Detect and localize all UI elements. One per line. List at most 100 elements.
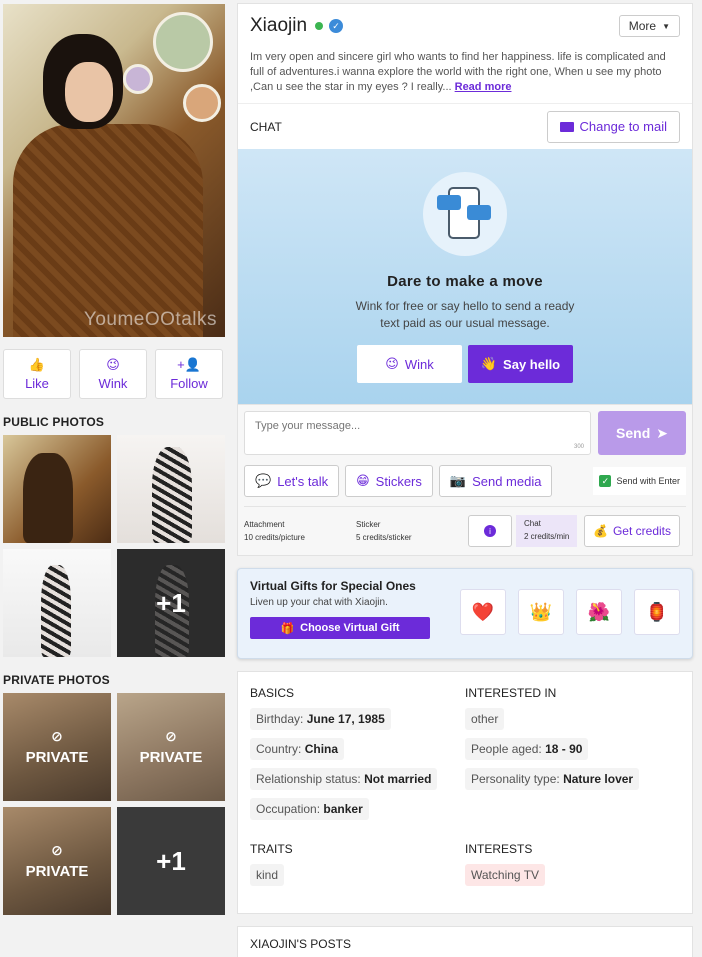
- say-hello-button[interactable]: 👋 Say hello: [468, 345, 573, 383]
- intro-title: Dare to make a move: [387, 273, 543, 290]
- wink-emoji-icon: 😉: [385, 356, 399, 371]
- birthday-chip: Birthday: June 17, 1985: [250, 708, 391, 730]
- send-with-enter-checkbox[interactable]: ✓ Send with Enter: [593, 467, 686, 495]
- sticker-cost-value: 5 credits/sticker: [356, 533, 412, 542]
- chat-header: CHAT Change to mail: [238, 103, 692, 149]
- private-photo[interactable]: ⊘ PRIVATE: [3, 807, 111, 915]
- public-photo[interactable]: [3, 435, 111, 543]
- follow-button[interactable]: +👤 Follow: [155, 349, 223, 399]
- personality-chip: Personality type: Nature lover: [465, 768, 640, 790]
- gift-heart-icon[interactable]: ❤️: [460, 589, 506, 635]
- wink-button[interactable]: 😉 Wink: [79, 349, 147, 399]
- photo-figure: [152, 447, 192, 543]
- more-private-count: +1: [117, 807, 225, 915]
- stickers-label: Stickers: [375, 473, 422, 489]
- public-photo[interactable]: [117, 435, 225, 543]
- private-overlay: ⊘ PRIVATE: [3, 693, 111, 801]
- change-to-mail-button[interactable]: Change to mail: [546, 110, 680, 143]
- say-hello-label: Say hello: [503, 356, 561, 372]
- info-button[interactable]: i: [468, 515, 512, 547]
- add-person-icon: +👤: [177, 357, 201, 372]
- more-photos-count: +1: [117, 549, 225, 657]
- get-credits-label: Get credits: [612, 524, 671, 538]
- attachment-cost-value: 10 credits/picture: [244, 533, 305, 542]
- private-overlay: ⊘ PRIVATE: [3, 807, 111, 915]
- details-bottom: TRAITS kind INTERESTS Watching TV: [250, 842, 680, 894]
- profile-card: Xiaojin ✓ More ▼ Im very open and sincer…: [237, 3, 693, 556]
- age-value: 18 - 90: [545, 742, 583, 756]
- sticker-label: Sticker: [356, 520, 381, 529]
- sticker-icon: 😁: [356, 473, 370, 488]
- interest-chip: Watching TV: [465, 864, 546, 886]
- public-photo[interactable]: [3, 549, 111, 657]
- eye-slash-icon: ⊘: [165, 728, 177, 744]
- profile-actions: 👍 Like 😉 Wink +👤 Follow: [3, 349, 225, 399]
- read-more-link[interactable]: Read more: [455, 81, 512, 93]
- verified-badge-icon: ✓: [329, 19, 344, 33]
- gift-flower-icon[interactable]: 🌺: [576, 589, 622, 635]
- follow-label: Follow: [170, 376, 208, 391]
- get-credits-button[interactable]: 💰 Get credits: [584, 515, 680, 547]
- send-media-button[interactable]: 📷 Send media: [438, 465, 553, 497]
- bio: Im very open and sincere girl who wants …: [250, 40, 680, 103]
- main-profile-photo[interactable]: YoumeOOtalks: [3, 4, 225, 337]
- wink-button[interactable]: 😉 Wink: [357, 345, 462, 383]
- like-button[interactable]: 👍 Like: [3, 349, 71, 399]
- profile-header: Xiaojin ✓ More ▼ Im very open and sincer…: [238, 4, 692, 103]
- gift-items: ❤️ 👑 🌺 🏮: [460, 589, 680, 635]
- photo-figure: [41, 565, 71, 657]
- intro-text: Wink for free or say hello to send a rea…: [355, 299, 575, 330]
- chat-cost-label: Chat: [524, 519, 541, 528]
- public-photos-title: PUBLIC PHOTOS: [3, 415, 105, 429]
- stickers-button[interactable]: 😁 Stickers: [345, 465, 433, 497]
- watermark: YoumeOOtalks: [83, 309, 217, 330]
- interested-in-section: INTERESTED IN other People aged: 18 - 90…: [465, 686, 680, 828]
- name-row: Xiaojin ✓ More ▼: [250, 12, 680, 40]
- photo-figure: [65, 62, 113, 122]
- personality-value: Nature lover: [563, 772, 634, 786]
- send-label: Send: [616, 425, 651, 441]
- send-button[interactable]: Send ➤: [598, 411, 686, 455]
- input-row: 300 Send ➤: [244, 411, 686, 455]
- private-photo[interactable]: ⊘ PRIVATE: [117, 693, 225, 801]
- message-input[interactable]: [245, 412, 590, 440]
- interested-in-title: INTERESTED IN: [465, 686, 557, 700]
- interests-section: INTERESTS Watching TV: [465, 842, 680, 894]
- wink-emoji-icon: 😉: [106, 357, 120, 372]
- more-dropdown-button[interactable]: More ▼: [618, 15, 680, 37]
- gift-earrings-icon[interactable]: 🏮: [634, 589, 680, 635]
- private-photo-more[interactable]: +1: [117, 807, 225, 915]
- decor-plate: [153, 12, 213, 72]
- profile-name: Xiaojin: [250, 15, 308, 36]
- chat-bubble-icon: [467, 205, 491, 220]
- sticker-cost: Sticker 5 credits/sticker: [356, 518, 464, 544]
- more-label: More: [628, 19, 657, 33]
- chat-cost: Chat 2 credits/min: [516, 515, 578, 547]
- wink-label: Wink: [98, 376, 128, 391]
- gift-crown-icon[interactable]: 👑: [518, 589, 564, 635]
- private-photo[interactable]: ⊘ PRIVATE: [3, 693, 111, 801]
- right-column: Xiaojin ✓ More ▼ Im very open and sincer…: [237, 3, 693, 957]
- send-media-label: Send media: [472, 473, 542, 489]
- private-label: PRIVATE: [139, 749, 203, 766]
- caret-down-icon: ▼: [662, 21, 670, 31]
- decor-plate: [123, 64, 153, 94]
- attachment-label: Attachment: [244, 520, 285, 529]
- eye-slash-icon: ⊘: [51, 728, 63, 744]
- choose-gift-button[interactable]: 🎁 Choose Virtual Gift: [250, 617, 430, 639]
- photo-figure: [23, 453, 73, 543]
- online-status-icon: [315, 22, 324, 30]
- chat-label: CHAT: [250, 119, 282, 134]
- country-label: Country:: [256, 742, 302, 756]
- public-photo-more[interactable]: +1: [117, 549, 225, 657]
- birthday-value: June 17, 1985: [306, 712, 385, 726]
- basics-title: BASICS: [250, 686, 295, 700]
- message-composer: 300 Send ➤ 💬 Let's talk 😁 Stickers: [238, 404, 692, 555]
- age-chip: People aged: 18 - 90: [465, 738, 589, 760]
- lets-talk-button[interactable]: 💬 Let's talk: [244, 465, 340, 497]
- occupation-label: Occupation:: [256, 802, 321, 816]
- left-column: YoumeOOtalks 👍 Like 😉 Wink +👤 Follow PUB…: [3, 4, 225, 915]
- posts-title: XIAOJIN'S POSTS: [250, 937, 351, 951]
- private-photos-grid: ⊘ PRIVATE ⊘ PRIVATE ⊘ PRIVATE +1: [3, 693, 225, 915]
- camera-icon: 📷: [449, 473, 467, 488]
